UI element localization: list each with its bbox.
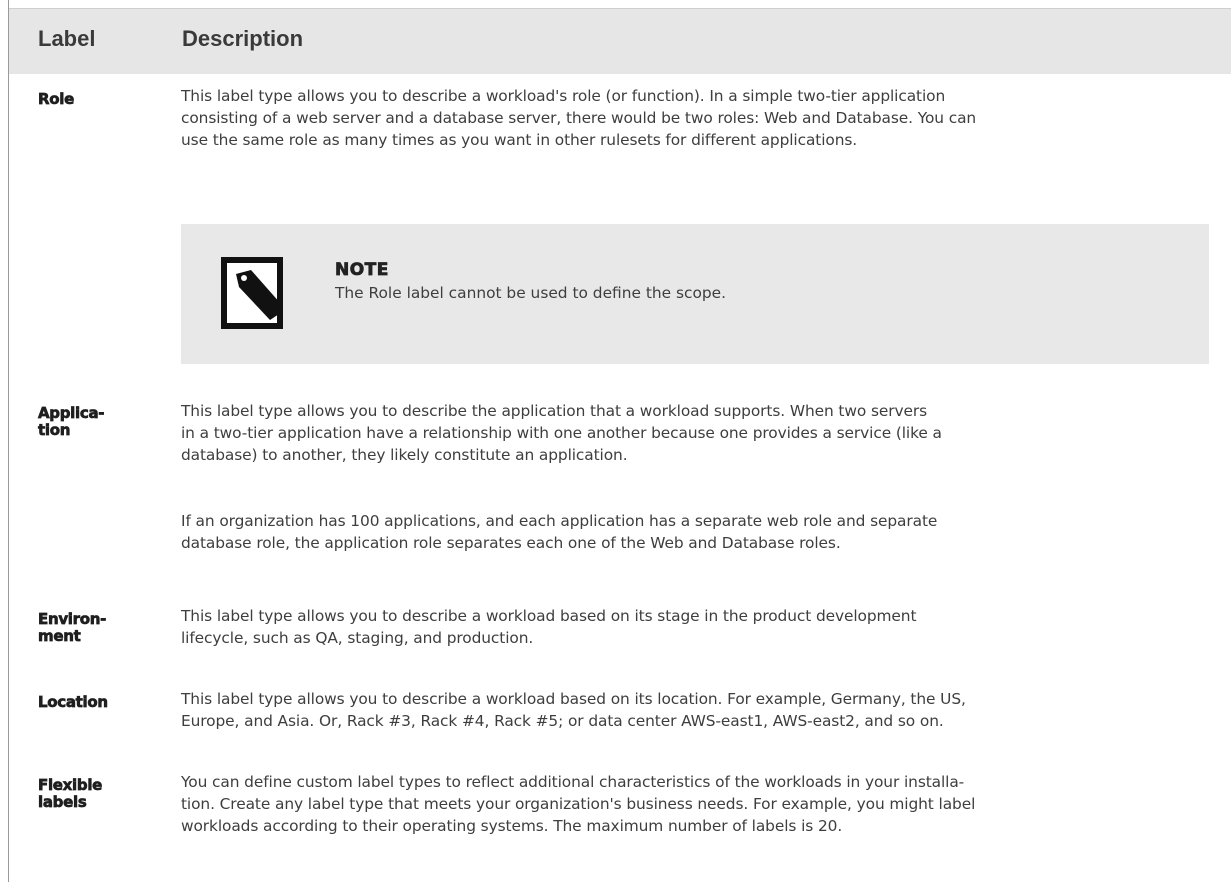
row-label-line: Role bbox=[38, 90, 75, 108]
desc-line: This label type allows you to describe a… bbox=[181, 690, 966, 708]
desc-line: database) to another, they likely consti… bbox=[181, 446, 628, 464]
note-text: The Role label cannot be used to define … bbox=[335, 284, 727, 302]
desc-line: lifecycle, such as QA, staging, and prod… bbox=[181, 629, 534, 647]
row-label-line: Location bbox=[38, 693, 109, 711]
row-description-role: This label type allows you to describe a… bbox=[181, 85, 1226, 151]
row-label-role: Role bbox=[38, 90, 158, 108]
row-label-location: Location bbox=[38, 693, 158, 711]
desc-line: workloads according to their operating s… bbox=[181, 817, 843, 835]
row-label-line: Flexible bbox=[38, 776, 103, 794]
desc-line: Europe, and Asia. Or, Rack #3, Rack #4, … bbox=[181, 712, 944, 730]
note-box: NOTE The Role label cannot be used to de… bbox=[181, 224, 1209, 364]
desc-line: in a two-tier application have a relatio… bbox=[181, 424, 942, 442]
row-description-application-2: If an organization has 100 applications,… bbox=[181, 510, 1226, 554]
desc-line: use the same role as many times as you w… bbox=[181, 131, 858, 149]
desc-line: If an organization has 100 applications,… bbox=[181, 512, 938, 530]
row-label-line: Environ- bbox=[38, 610, 107, 628]
desc-line: This label type allows you to describe a… bbox=[181, 607, 917, 625]
row-description-location: This label type allows you to describe a… bbox=[181, 688, 1226, 732]
row-label-line: Applica- bbox=[38, 404, 105, 422]
row-label-flexible-labels: Flexible labels bbox=[38, 776, 158, 811]
desc-line: You can define custom label types to ref… bbox=[181, 773, 965, 791]
header-description: Description bbox=[182, 26, 304, 51]
row-label-line: labels bbox=[38, 793, 87, 811]
desc-line: consisting of a web server and a databas… bbox=[181, 109, 977, 127]
row-label-environment: Environ- ment bbox=[38, 610, 158, 645]
header-label: Label bbox=[38, 26, 96, 51]
desc-line: tion. Create any label type that meets y… bbox=[181, 795, 976, 813]
row-label-line: ment bbox=[38, 627, 81, 645]
row-description-environment: This label type allows you to describe a… bbox=[181, 605, 1226, 649]
desc-line: database role, the application role sepa… bbox=[181, 534, 841, 552]
note-tag-icon bbox=[221, 257, 283, 329]
row-description-application: This label type allows you to describe t… bbox=[181, 400, 1226, 466]
row-label-application: Applica- tion bbox=[38, 404, 158, 439]
table-header: Label Description bbox=[9, 8, 1231, 74]
desc-line: This label type allows you to describe a… bbox=[181, 87, 946, 105]
row-description-flexible-labels: You can define custom label types to ref… bbox=[181, 771, 1226, 837]
note-title: NOTE bbox=[335, 260, 389, 281]
row-label-line: tion bbox=[38, 421, 71, 439]
desc-line: This label type allows you to describe t… bbox=[181, 402, 927, 420]
